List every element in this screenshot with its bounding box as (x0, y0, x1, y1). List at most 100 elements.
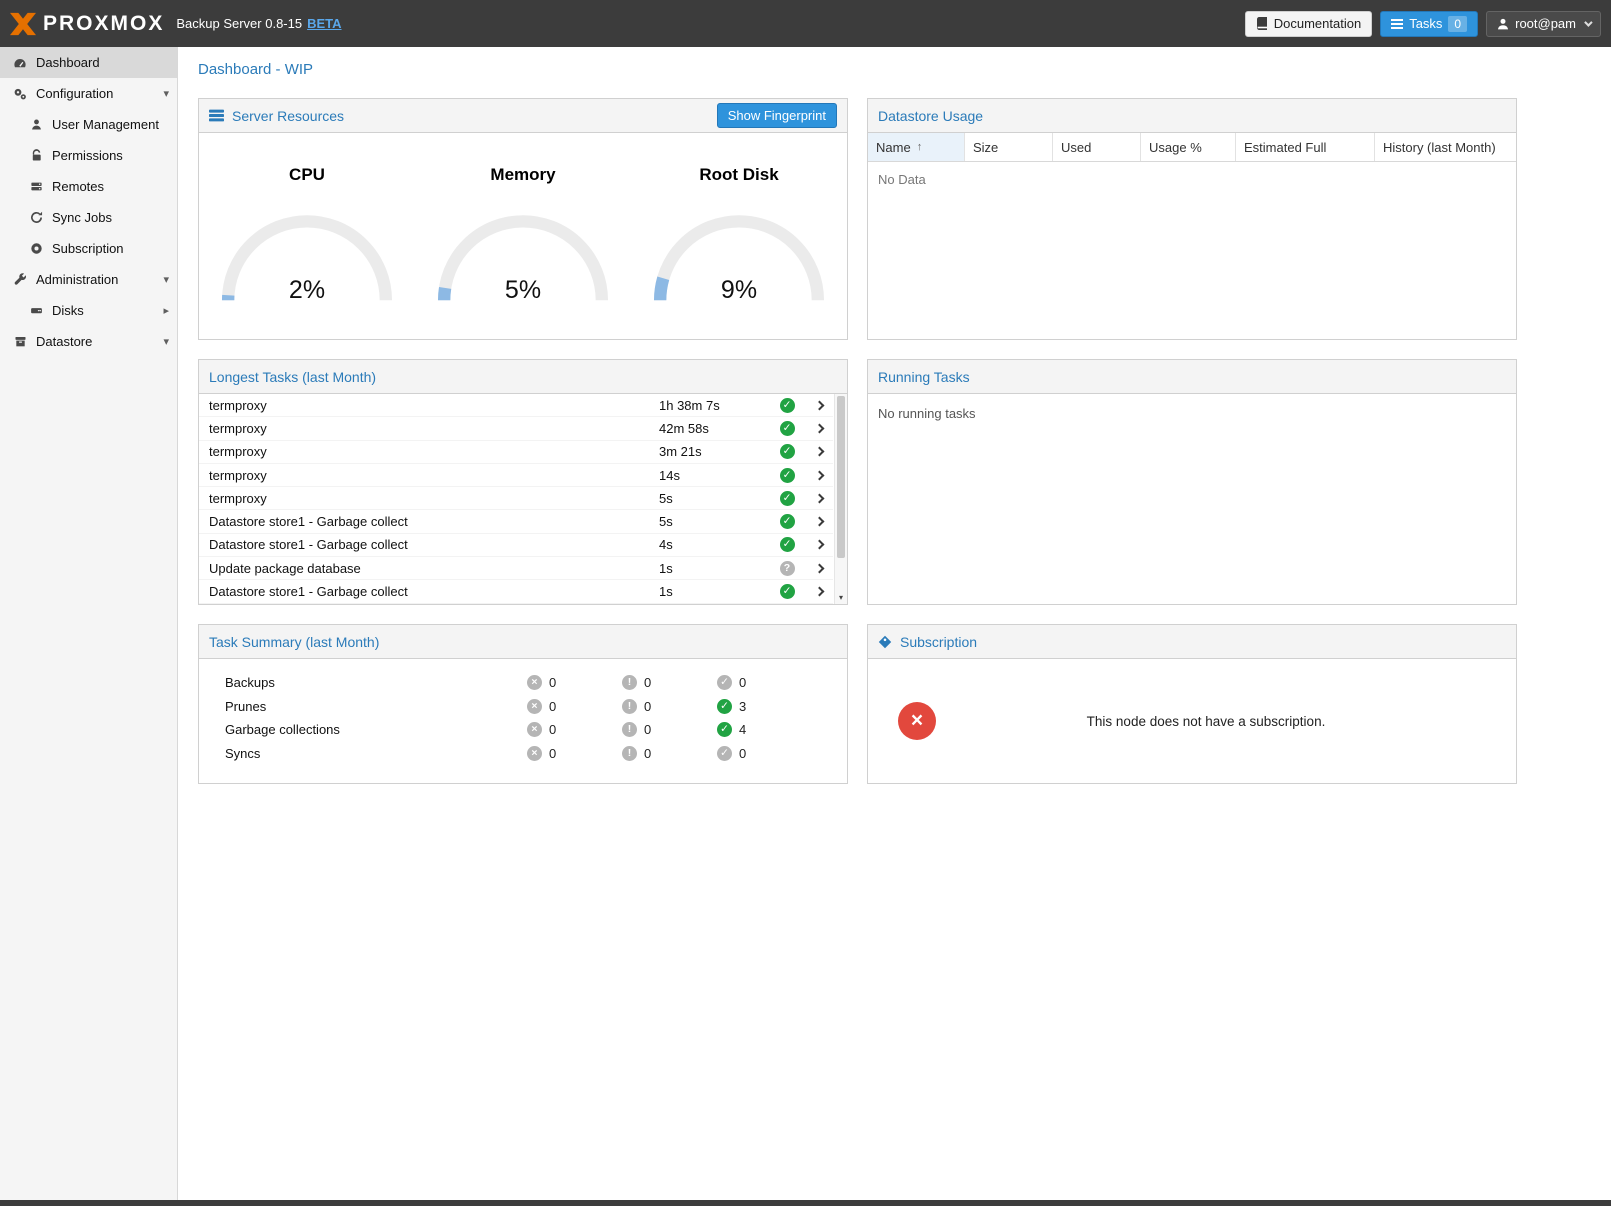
sidebar-item-user-management[interactable]: User Management (0, 109, 177, 140)
summary-ok[interactable]: ✓4 (717, 722, 812, 737)
memory-gauge: Memory 5% (423, 165, 623, 307)
chevron-right-icon (814, 517, 824, 527)
chevron-right-icon (814, 470, 824, 480)
task-open-button[interactable] (805, 402, 833, 409)
task-open-button[interactable] (805, 565, 833, 572)
chevron-right-icon (814, 563, 824, 573)
sidebar-item-label: Remotes (52, 179, 104, 194)
task-row[interactable]: Datastore store1 - Garbage collect 5s ✓ (199, 510, 833, 533)
summary-warnings[interactable]: !0 (622, 746, 717, 761)
sidebar-item-dashboard[interactable]: Dashboard (0, 47, 177, 78)
column-header-used[interactable]: Used (1053, 133, 1141, 161)
subscription-icon (878, 635, 892, 649)
task-row[interactable]: Update package database 1s ? (199, 557, 833, 580)
task-duration: 1h 38m 7s (659, 398, 769, 413)
summary-errors[interactable]: ×0 (527, 699, 622, 714)
list-icon (1391, 19, 1403, 29)
sidebar-item-permissions[interactable]: Permissions (0, 140, 177, 171)
tasks-label: Tasks (1409, 16, 1442, 31)
error-icon: × (527, 722, 542, 737)
documentation-button[interactable]: Documentation (1245, 11, 1372, 37)
chevron-down-icon[interactable]: ▾ (163, 87, 169, 100)
column-header-usage-pct[interactable]: Usage % (1141, 133, 1236, 161)
chevron-right-icon (814, 493, 824, 503)
app-root: PROXMOX Backup Server 0.8-15 BETA Docume… (0, 0, 1611, 1206)
task-open-button[interactable] (805, 541, 833, 548)
ok-icon: ✓ (717, 722, 732, 737)
scroll-down-button[interactable]: ▾ (835, 591, 847, 604)
summary-row: Backups ×0 !0 ✓0 (199, 671, 847, 695)
tasks-button[interactable]: Tasks 0 (1380, 11, 1478, 37)
task-name: termproxy (199, 444, 659, 459)
task-status-icon: ✓ (780, 537, 795, 552)
task-row[interactable]: termproxy 14s ✓ (199, 464, 833, 487)
archive-icon (12, 335, 28, 348)
ok-icon: ✓ (717, 675, 732, 690)
column-label: Used (1061, 140, 1091, 155)
task-row[interactable]: Datastore store1 - Garbage collect 1s ✓ (199, 580, 833, 603)
summary-warnings[interactable]: !0 (622, 699, 717, 714)
hdd-icon (28, 304, 44, 317)
page-title: Dashboard - WIP (178, 47, 1611, 84)
task-open-button[interactable] (805, 472, 833, 479)
scrollbar-thumb[interactable] (837, 396, 845, 558)
summary-errors[interactable]: ×0 (527, 746, 622, 761)
task-summary-panel: Task Summary (last Month) Backups ×0 !0 … (198, 624, 848, 784)
scrollbar[interactable]: ▾ (834, 394, 847, 604)
chevron-right-icon (814, 540, 824, 550)
ok-count: 3 (739, 699, 746, 714)
task-duration: 14s (659, 468, 769, 483)
summary-warnings[interactable]: !0 (622, 675, 717, 690)
beta-link[interactable]: BETA (307, 16, 341, 31)
warning-icon: ! (622, 722, 637, 737)
sidebar-item-configuration[interactable]: Configuration ▾ (0, 78, 177, 109)
summary-label: Garbage collections (199, 722, 527, 737)
task-row[interactable]: Datastore store1 - Garbage collect 4s ✓ (199, 534, 833, 557)
task-open-button[interactable] (805, 425, 833, 432)
task-status-icon: ✓ (780, 398, 795, 413)
column-header-size[interactable]: Size (965, 133, 1053, 161)
task-row[interactable]: termproxy 42m 58s ✓ (199, 417, 833, 440)
summary-ok[interactable]: ✓0 (717, 675, 812, 690)
column-header-estimated-full[interactable]: Estimated Full (1236, 133, 1375, 161)
sidebar-item-disks[interactable]: Disks ▸ (0, 295, 177, 326)
panel-title: Datastore Usage (878, 108, 983, 124)
task-open-button[interactable] (805, 495, 833, 502)
summary-ok[interactable]: ✓3 (717, 699, 812, 714)
chevron-down-icon[interactable]: ▾ (163, 273, 169, 286)
warning-count: 0 (644, 699, 651, 714)
chevron-right-icon[interactable]: ▸ (163, 304, 169, 317)
task-row[interactable]: termproxy 1h 38m 7s ✓ (199, 394, 833, 417)
sidebar-item-datastore[interactable]: Datastore ▾ (0, 326, 177, 357)
gears-icon (12, 87, 28, 101)
summary-errors[interactable]: ×0 (527, 675, 622, 690)
chevron-down-icon[interactable]: ▾ (163, 335, 169, 348)
sidebar-item-administration[interactable]: Administration ▾ (0, 264, 177, 295)
summary-warnings[interactable]: !0 (622, 722, 717, 737)
ok-count: 4 (739, 722, 746, 737)
user-menu-button[interactable]: root@pam (1486, 11, 1601, 37)
error-icon: × (527, 675, 542, 690)
task-open-button[interactable] (805, 448, 833, 455)
sidebar-item-subscription[interactable]: Subscription (0, 233, 177, 264)
task-row[interactable]: termproxy 5s ✓ (199, 487, 833, 510)
column-header-name[interactable]: Name ↑ (868, 133, 965, 161)
task-open-button[interactable] (805, 588, 833, 595)
server-icon (28, 180, 44, 193)
task-row[interactable]: termproxy 3m 21s ✓ (199, 441, 833, 464)
top-bar: PROXMOX Backup Server 0.8-15 BETA Docume… (0, 0, 1611, 47)
show-fingerprint-button[interactable]: Show Fingerprint (717, 103, 837, 128)
summary-ok[interactable]: ✓0 (717, 746, 812, 761)
sidebar-item-sync-jobs[interactable]: Sync Jobs (0, 202, 177, 233)
summary-errors[interactable]: ×0 (527, 722, 622, 737)
sidebar-item-remotes[interactable]: Remotes (0, 171, 177, 202)
panel-title: Server Resources (232, 108, 344, 124)
gauges-row: CPU 2% Memory (199, 133, 847, 307)
task-name: termproxy (199, 421, 659, 436)
column-header-history[interactable]: History (last Month) (1375, 133, 1516, 161)
task-open-button[interactable] (805, 518, 833, 525)
warning-icon: ! (622, 675, 637, 690)
panel-title: Running Tasks (878, 369, 970, 385)
product-version: Backup Server 0.8-15 (176, 16, 302, 31)
ok-count: 0 (739, 746, 746, 761)
